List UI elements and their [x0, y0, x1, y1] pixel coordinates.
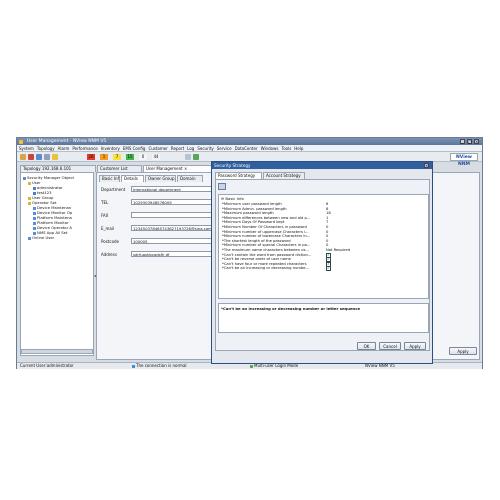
config-tool-icon[interactable]: [44, 154, 50, 160]
tree-node-icon: [28, 236, 31, 240]
menu-item[interactable]: DataCenter: [235, 145, 258, 152]
strategy-row[interactable]: *Can't be an increasing or decreasing nu…: [219, 266, 349, 272]
basic-info-header: ⊖ Basic Info: [221, 196, 244, 201]
dialog-close-button[interactable]: ×: [424, 163, 429, 168]
panel-collapse-arrow[interactable]: ◂: [94, 273, 96, 279]
tab-user-management[interactable]: User Management ×: [143, 165, 215, 172]
alarm-count-badge[interactable]: 0: [139, 154, 147, 160]
menu-item[interactable]: System: [19, 145, 34, 152]
detail-label: Address: [101, 252, 117, 257]
menu-item[interactable]: Alarm: [58, 145, 70, 152]
minimize-button[interactable]: _: [460, 139, 465, 144]
mode-icon: [250, 364, 253, 368]
menu-item[interactable]: Report: [171, 145, 184, 152]
detail-label: Department: [101, 187, 126, 192]
connection-icon: [132, 364, 135, 368]
dialog-titlebar: Security Strategy ×: [212, 162, 432, 169]
close-tab-icon[interactable]: ×: [184, 166, 187, 171]
tree-scrollbar[interactable]: [21, 349, 93, 354]
detail-field[interactable]: [131, 212, 216, 218]
menu-item[interactable]: Topology: [37, 145, 55, 152]
detail-field[interactable]: 123450378465743827193726@sina.com: [131, 225, 216, 231]
menu-item[interactable]: Tools: [281, 145, 291, 152]
menu-item[interactable]: Performance: [72, 145, 97, 152]
menu-item[interactable]: EMS Config: [123, 145, 146, 152]
strategy-tool-icon[interactable]: [218, 183, 226, 190]
tree-node-icon: [23, 176, 26, 180]
dialog-ok-button[interactable]: OK: [357, 342, 376, 350]
security-strategy-dialog: Security Strategy × Password Strategy Ac…: [211, 161, 433, 364]
close-button[interactable]: ×: [474, 139, 479, 144]
status-connection: The connection is normal: [132, 363, 187, 369]
window-titlebar: User Management - NView NNM V5 _ □ ×: [17, 138, 482, 145]
detail-field[interactable]: sdrfuashbcadsfh df: [131, 251, 216, 257]
maximize-button[interactable]: □: [467, 139, 472, 144]
alarm-count-badge[interactable]: 44: [152, 154, 160, 160]
detail-field[interactable]: 1029303948576009: [131, 199, 216, 205]
dialog-title: Security Strategy: [214, 163, 251, 168]
window-title: User Management - NView NNM V5: [27, 139, 107, 144]
security-tree: Security Manager Object User administrator…: [20, 172, 94, 356]
tree-node[interactable]: Online User: [28, 235, 54, 240]
menu-item[interactable]: Service: [217, 145, 232, 152]
detail-tab[interactable]: Basic Info: [99, 175, 120, 182]
strategy-checkbox[interactable]: ✔: [326, 266, 331, 272]
alarm-count-badge[interactable]: 1: [100, 154, 108, 160]
tab-customer-list[interactable]: Customer List: [97, 165, 142, 172]
description-text: *Can't be an increasing or decreasing nu…: [221, 306, 361, 311]
detail-tab[interactable]: Details: [121, 175, 144, 182]
brand-logo: NView NNM: [450, 153, 478, 167]
detail-tab[interactable]: Domain: [177, 175, 203, 182]
detail-label: FAX: [101, 213, 109, 218]
alarm-count-badge[interactable]: 26: [87, 154, 95, 160]
alarm-count-badge[interactable]: 15: [126, 154, 134, 160]
menu-item[interactable]: Help: [294, 145, 303, 152]
apply-button[interactable]: Apply: [449, 347, 477, 355]
menu-bar: System Topology Alarm Performance Inventory E…: [17, 145, 482, 152]
menu-item[interactable]: Customer: [148, 145, 167, 152]
basic-info-list: ⊖ Basic Info *Minimum user password leng…: [218, 194, 429, 299]
topology-tool-icon[interactable]: [20, 154, 26, 160]
tree-node-icon: [28, 201, 31, 205]
detail-field[interactable]: International department: [131, 186, 216, 192]
menu-item[interactable]: Security: [197, 145, 213, 152]
tab-password-strategy[interactable]: Password Strategy: [215, 172, 262, 179]
strategy-panel: ⊖ Basic Info *Minimum user password leng…: [215, 179, 430, 351]
detail-field[interactable]: 100005: [131, 238, 216, 244]
detail-tab[interactable]: Owner Group: [145, 175, 176, 182]
menu-item[interactable]: Windows: [261, 145, 279, 152]
detail-label: E_mail: [101, 226, 115, 231]
detail-label: TEL: [101, 200, 109, 205]
alarm-tool-icon[interactable]: [28, 154, 34, 160]
basic-info-icon: ⊖: [221, 196, 225, 201]
alarm-count-badge[interactable]: 7: [113, 154, 121, 160]
app-icon: [19, 139, 23, 144]
filter-tool-icon[interactable]: [185, 154, 191, 160]
tab-account-strategy[interactable]: Account Strategy: [263, 172, 305, 179]
tab-topology[interactable]: Topology 192.168.6.101: [20, 165, 96, 172]
warning-tool-icon[interactable]: [52, 154, 58, 160]
menu-item[interactable]: Log: [187, 145, 194, 152]
status-current-user: Current User:administrator: [20, 363, 74, 368]
dialog-apply-button[interactable]: Apply: [404, 342, 426, 350]
dialog-cancel-button[interactable]: Cancel: [379, 342, 401, 350]
inventory-tool-icon[interactable]: [36, 154, 42, 160]
description-box: *Can't be an increasing or decreasing nu…: [218, 303, 429, 333]
tree-node-icon: [28, 181, 31, 185]
refresh-tool-icon[interactable]: [193, 154, 199, 160]
menu-item[interactable]: Inventory: [101, 145, 120, 152]
detail-label: Postcode: [101, 239, 120, 244]
